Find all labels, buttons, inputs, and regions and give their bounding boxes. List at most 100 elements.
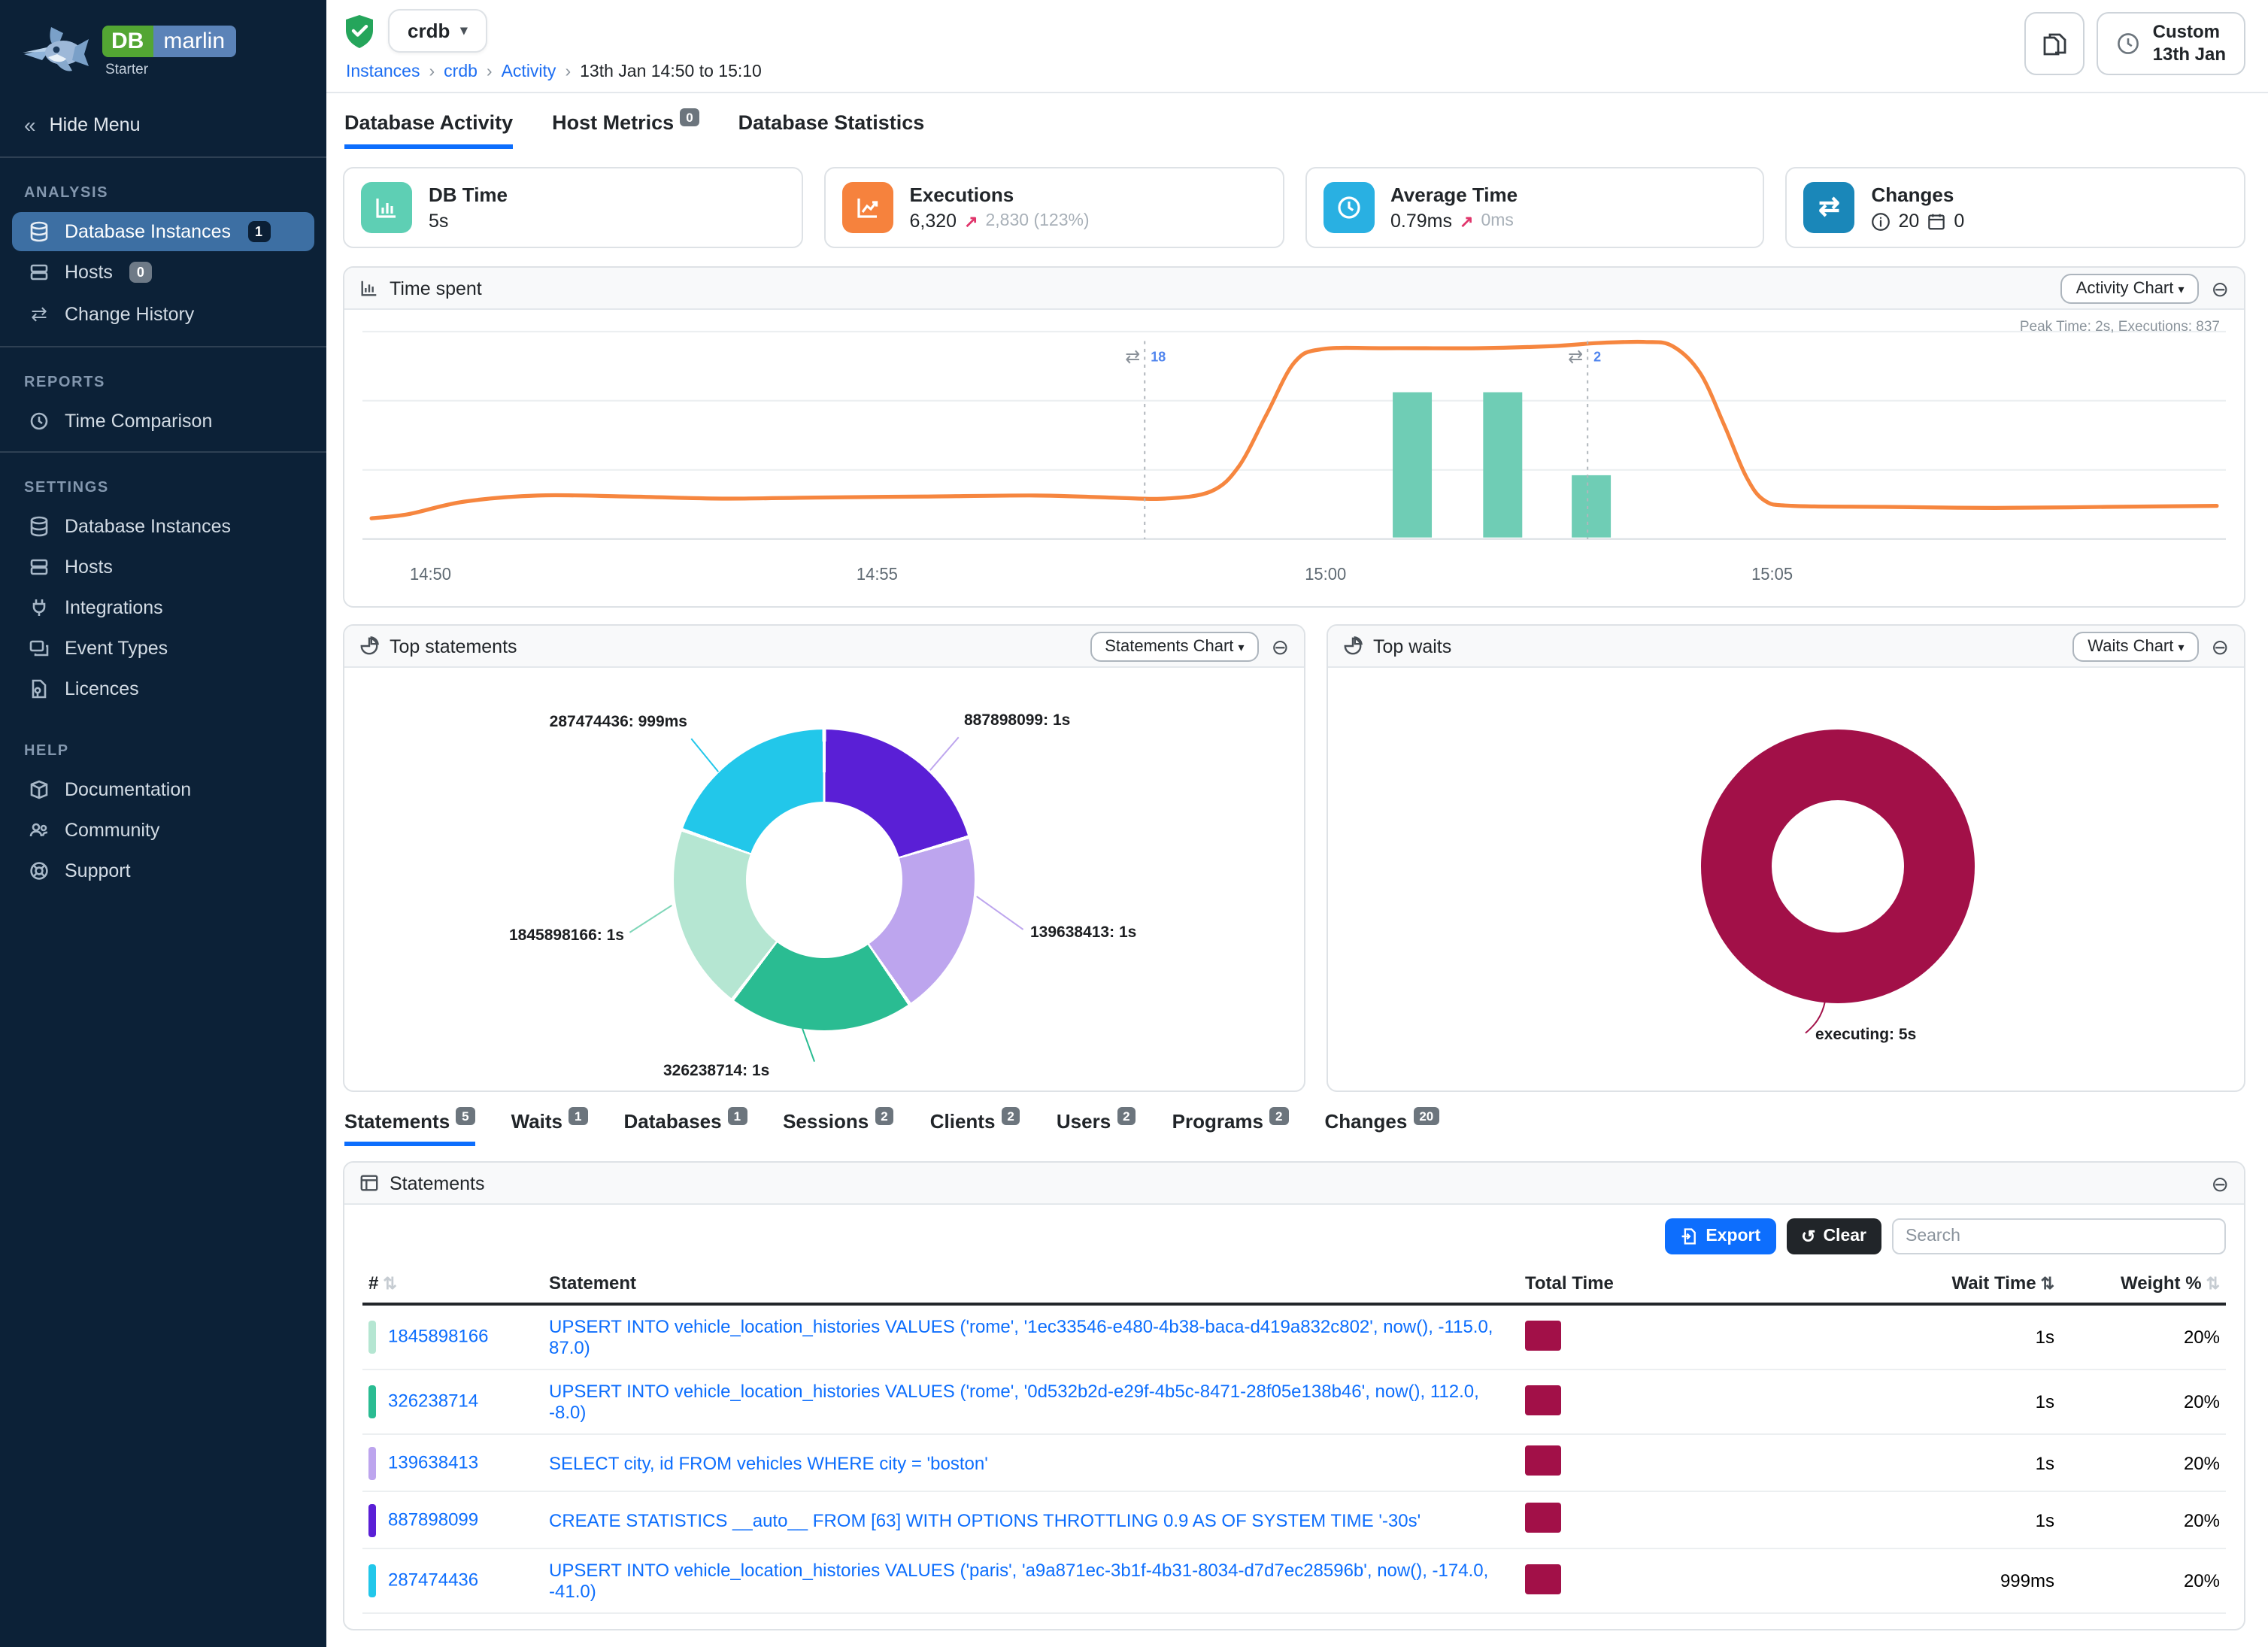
table-row: 287474436 UPSERT INTO vehicle_location_h…: [362, 1548, 2226, 1613]
tab-databases[interactable]: Databases1: [624, 1110, 747, 1146]
statements-panel: Statements ⊖ Export ↺ Clear: [343, 1161, 2245, 1630]
tab-label: Waits: [511, 1110, 562, 1133]
plug-icon: [27, 597, 51, 618]
statement-id-link[interactable]: 139638413: [388, 1451, 478, 1472]
waits-chart-dropdown[interactable]: Waits Chart ▾: [2072, 631, 2199, 661]
clear-button[interactable]: ↺ Clear: [1786, 1218, 1881, 1254]
row-color-bar: [368, 1503, 376, 1536]
top-waits-chart[interactable]: executing: 5s: [1328, 668, 2244, 1090]
breadcrumb-separator: ›: [429, 63, 435, 81]
card-value: 6,320 ↗ 2,830 (123%): [910, 211, 1090, 232]
tab-programs[interactable]: Programs2: [1172, 1110, 1289, 1146]
tab-database-activity[interactable]: Database Activity: [344, 111, 513, 149]
export-button[interactable]: Export: [1665, 1218, 1775, 1254]
pie-chart-icon: [359, 636, 379, 656]
svg-text:14:50: 14:50: [410, 565, 451, 584]
sidebar-item-support[interactable]: Support: [12, 851, 314, 890]
svg-text:⇄: ⇄: [1125, 347, 1140, 368]
statement-id-link[interactable]: 287474436: [388, 1569, 478, 1590]
card-delta: 0ms: [1481, 212, 1513, 230]
donut-hole: [1772, 800, 1904, 933]
hide-menu-button[interactable]: « Hide Menu: [0, 96, 326, 153]
sort-icon-active[interactable]: ⇅: [2041, 1275, 2054, 1294]
tab-users[interactable]: Users2: [1057, 1110, 1136, 1146]
tab-label: Host Metrics: [552, 111, 674, 134]
statement-sql-link[interactable]: CREATE STATISTICS __auto__ FROM [63] WIT…: [549, 1509, 1421, 1530]
sidebar-item-hosts[interactable]: Hosts 0: [12, 253, 314, 292]
sidebar-item-licences[interactable]: Licences: [12, 669, 314, 708]
sidebar-item-label: Hosts: [65, 262, 113, 283]
tab-host-metrics[interactable]: Host Metrics0: [552, 111, 699, 149]
collapse-panel-icon[interactable]: ⊖: [2212, 278, 2229, 299]
donut-label: 287474436: 999ms: [429, 713, 687, 731]
statement-sql-link[interactable]: UPSERT INTO vehicle_location_histories V…: [549, 1560, 1488, 1602]
activity-chart-dropdown[interactable]: Activity Chart ▾: [2061, 273, 2200, 303]
instance-selector[interactable]: crdb ▾: [388, 9, 487, 53]
sidebar-section-analysis: ANALYSIS Database Instances 1 Hosts 0 ⇄ …: [0, 158, 326, 343]
panel-header: Time spent Activity Chart ▾ ⊖: [344, 268, 2244, 310]
time-range-mode: Custom: [2153, 21, 2220, 44]
clock-icon: [2117, 32, 2141, 56]
sidebar-item-database-instances-settings[interactable]: Database Instances: [12, 507, 314, 546]
sidebar-item-label: Database Instances: [65, 221, 231, 242]
tab-clients[interactable]: Clients2: [930, 1110, 1020, 1146]
pie-chart-icon: [1343, 636, 1363, 656]
sidebar-item-documentation[interactable]: Documentation: [12, 770, 314, 809]
col-wait-time[interactable]: Wait Time: [1952, 1272, 2036, 1294]
statement-id-link[interactable]: 326238714: [388, 1390, 478, 1411]
statement-sql-link[interactable]: UPSERT INTO vehicle_location_histories V…: [549, 1316, 1493, 1358]
card-average-time[interactable]: Average Time 0.79ms ↗ 0ms: [1305, 167, 1765, 248]
statement-id-link[interactable]: 887898099: [388, 1508, 478, 1529]
panel-header: Top statements Statements Chart ▾ ⊖: [344, 626, 1304, 668]
count-badge: 2: [875, 1107, 893, 1125]
sidebar-item-change-history[interactable]: ⇄ Change History: [12, 293, 314, 335]
tab-changes[interactable]: Changes20: [1325, 1110, 1440, 1146]
statement-sql-link[interactable]: SELECT city, id FROM vehicles WHERE city…: [549, 1452, 988, 1473]
card-delta: 2,830 (123%): [986, 212, 1090, 230]
card-value: 5s: [429, 211, 508, 232]
statement-id-link[interactable]: 1845898166: [388, 1325, 489, 1346]
swap-icon: ⇄: [27, 302, 51, 326]
sidebar-item-time-comparison[interactable]: Time Comparison: [12, 402, 314, 441]
breadcrumb-activity[interactable]: Activity: [502, 63, 556, 81]
col-total-time[interactable]: Total Time: [1525, 1272, 1614, 1294]
weight-value: 20%: [2060, 1548, 2226, 1613]
tab-label: Users: [1057, 1110, 1111, 1133]
sidebar-item-database-instances[interactable]: Database Instances 1: [12, 212, 314, 251]
breadcrumb-separator: ›: [565, 63, 571, 81]
tab-waits[interactable]: Waits1: [511, 1110, 588, 1146]
tab-sessions[interactable]: Sessions 2: [783, 1110, 894, 1146]
top-statements-chart[interactable]: 287474436: 999ms 887898099: 1s 139638413…: [344, 668, 1304, 1090]
col-statement[interactable]: Statement: [549, 1272, 636, 1294]
sort-icon[interactable]: ⇅: [383, 1275, 396, 1294]
card-changes[interactable]: ⇄ Changes 20 0: [1786, 167, 2246, 248]
copy-link-button[interactable]: [2025, 12, 2085, 75]
tab-label: Sessions: [783, 1110, 869, 1133]
dropdown-label: Waits Chart: [2088, 637, 2173, 655]
time-spent-svg[interactable]: ⇄18⇄214:5014:5515:0015:05: [362, 316, 2226, 596]
sidebar-item-label: Licences: [65, 678, 139, 699]
card-executions[interactable]: Executions 6,320 ↗ 2,830 (123%): [824, 167, 1284, 248]
collapse-panel-icon[interactable]: ⊖: [2212, 1172, 2229, 1194]
app-logo[interactable]: DB marlin Starter: [0, 0, 326, 96]
tab-database-statistics[interactable]: Database Statistics: [738, 111, 925, 149]
breadcrumb-instances[interactable]: Instances: [346, 63, 420, 81]
sort-icon[interactable]: ⇅: [2206, 1275, 2220, 1294]
collapse-panel-icon[interactable]: ⊖: [2212, 635, 2229, 657]
sidebar-item-community[interactable]: Community: [12, 811, 314, 850]
col-num[interactable]: #: [368, 1272, 378, 1294]
tab-statements[interactable]: Statements5: [344, 1110, 475, 1146]
card-db-time[interactable]: DB Time 5s: [343, 167, 803, 248]
events-count: 0: [1954, 211, 1964, 232]
search-input[interactable]: [1892, 1218, 2226, 1254]
time-range-button[interactable]: Custom 13th Jan: [2097, 12, 2245, 75]
col-weight[interactable]: Weight %: [2121, 1272, 2202, 1294]
weight-value: 20%: [2060, 1491, 2226, 1548]
statement-sql-link[interactable]: UPSERT INTO vehicle_location_histories V…: [549, 1381, 1479, 1423]
collapse-panel-icon[interactable]: ⊖: [1272, 635, 1289, 657]
statements-chart-dropdown[interactable]: Statements Chart ▾: [1090, 631, 1259, 661]
breadcrumb-crdb[interactable]: crdb: [444, 63, 478, 81]
sidebar-item-integrations[interactable]: Integrations: [12, 588, 314, 627]
sidebar-item-event-types[interactable]: Event Types: [12, 629, 314, 668]
sidebar-item-hosts-settings[interactable]: Hosts: [12, 547, 314, 587]
